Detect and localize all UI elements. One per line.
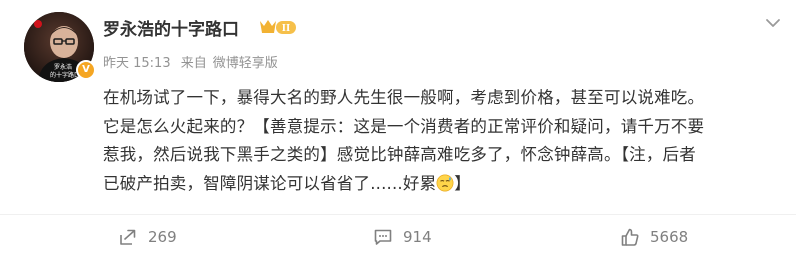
sweat-emoji-icon xyxy=(436,174,454,191)
repost-count: 269 xyxy=(148,228,177,246)
repost-icon xyxy=(120,229,136,245)
comment-count: 914 xyxy=(403,228,432,246)
like-icon xyxy=(621,228,639,246)
post-text-segment: 已破产拍卖，智障阴谋论可以省省了......好累 xyxy=(103,173,437,193)
weibo-post: 罗永浩 的十字路口 V 罗永浩的十字路口 II 昨天 15:13 来自 微博轻享版… xyxy=(0,0,796,260)
post-source[interactable]: 微博轻享版 xyxy=(213,56,278,71)
post-text-line: 在机场试了一下，暴得大名的野人先生很一般啊，考虑到价格，甚至可以说难吃。 xyxy=(103,88,705,107)
like-count: 5668 xyxy=(650,228,689,246)
verified-icon: V xyxy=(76,60,96,80)
post-text-segment: 】 xyxy=(454,173,471,193)
vip-level: II xyxy=(282,24,290,34)
post-meta: 昨天 15:13 来自 微博轻享版 xyxy=(103,52,284,71)
avatar-caption: 罗永浩 xyxy=(54,63,72,71)
post-text-line: 已破产拍卖，智障阴谋论可以省省了......好累 】 xyxy=(103,170,763,199)
post-text-line: 它是怎么火起来的？【善意提示：这是一个消费者的正常评价和疑问，请千万不要 xyxy=(103,116,705,136)
vip-badge-icon[interactable]: II xyxy=(258,17,298,37)
like-button[interactable]: 5668 xyxy=(620,226,688,248)
author-name[interactable]: 罗永浩的十字路口 xyxy=(103,15,239,40)
comment-button[interactable]: 914 xyxy=(373,226,432,248)
chevron-down-icon xyxy=(766,19,780,27)
comment-icon xyxy=(374,229,392,245)
post-text-line: 惹我，然后说我下黑手之类的】感觉比钟薛高难吃多了，怀念钟薛高。【注，后者 xyxy=(103,145,696,164)
more-options-button[interactable] xyxy=(762,14,784,32)
post-time[interactable]: 昨天 15:13 xyxy=(103,56,171,71)
source-prefix: 来自 xyxy=(180,56,207,71)
repost-button[interactable]: 269 xyxy=(118,226,177,248)
divider xyxy=(0,214,796,215)
post-content: 在机场试了一下，暴得大名的野人先生很一般啊，考虑到价格，甚至可以说难吃。 它是怎… xyxy=(103,84,763,198)
